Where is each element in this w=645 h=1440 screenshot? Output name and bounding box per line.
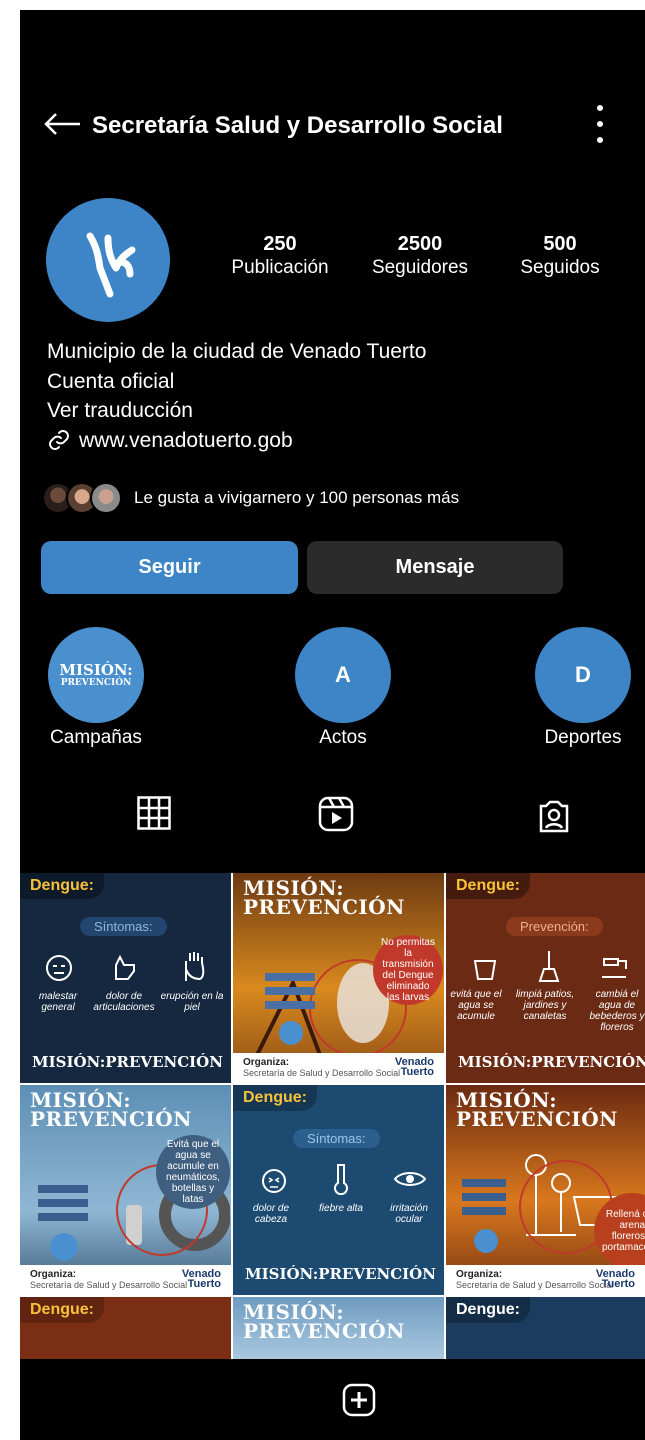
avatar[interactable] [46,198,170,322]
venado-tuerto-brand: Venado Tuerto [395,1057,434,1078]
campaign-title-line: PREVENCIÓN [30,1107,192,1131]
stat-posts-value: 250 [263,233,297,255]
reels-icon[interactable] [318,796,354,832]
highlight-cover-text: PREVENCIÓN [60,678,132,688]
bio-line: Municipio de la ciudad de Venado Tuerto [47,340,427,363]
campaign-footer: MISIÓN:PREVENCIÓN [458,1053,645,1071]
campaign-title: MISIÓN: PREVENCIÓN [243,1302,405,1343]
post-mision-prevencion-tires[interactable]: MISIÓN: PREVENCIÓN Evitá que el agua se a… [20,1085,231,1295]
brand-line: Tuerto [601,1278,635,1290]
highlight-sports[interactable]: D [535,627,631,723]
post-dengue-partial-2[interactable]: Dengue: [446,1297,645,1359]
bucket-icon [473,960,497,980]
more-vertical-icon[interactable] [588,100,612,148]
campaign-title-line: PREVENCIÓN [243,895,405,919]
campaign-title: MISIÓN: PREVENCIÓN [456,1090,618,1131]
organizer-name: Secretaría de Salud y Desarrollo Social [243,1068,401,1078]
broom-icon [538,951,560,982]
post-mision-prevencion-flowerpots[interactable]: MISIÓN:PREVENCIÓN Rellená con arena flor… [446,1085,645,1295]
arrow-left-icon[interactable] [42,110,82,138]
symptom-label: erupción en la piel [160,991,224,1013]
highlight-label: Campañas [50,727,142,748]
link-icon [49,430,69,451]
organizer-name: Secretaría de Salud y Desarrollo Social [456,1280,614,1290]
post-title: Dengue: [233,1085,317,1111]
prevention-label: cambiá el agua de bebederos y floreros [589,989,645,1033]
post-dengue-partial[interactable]: Dengue: [20,1297,231,1359]
post-mision-partial[interactable]: MISIÓN: PREVENCIÓN [233,1297,444,1359]
tagged-icon[interactable] [538,798,570,834]
prevention-label: evitá que el agua se acumule [450,989,502,1022]
campaign-title: MISIÓN: PREVENCIÓN [243,878,405,919]
profile-bio: Municipio de la ciudad de Venado Tuerto … [47,337,426,455]
post-title: Dengue: [20,873,104,899]
website-url: www.venadotuerto.gob [79,428,293,452]
hand-rash-icon [185,952,205,981]
post-title: Dengue: [446,873,530,899]
page-title: Secretaría Salud y Desarrollo Social [92,112,503,139]
stat-followers-label: Seguidores [371,257,469,278]
grid-icon[interactable] [137,796,171,830]
prevention-label: limpiá patios, jardines y canaletas [515,989,575,1022]
organizer-name: Secretaría de Salud y Desarrollo Social [30,1280,188,1290]
follow-button[interactable]: Seguir [41,541,298,594]
sad-face-icon [46,955,72,981]
phone-screen: Secretaría Salud y Desarrollo Social 250… [20,10,645,1440]
thermometer-icon [334,1164,348,1195]
highlight-label: Deportes [544,727,622,748]
highlight-cover-text: MISIÓN: [59,661,133,679]
symptom-label: malestar general [38,991,78,1013]
post-bubble-text: Evitá que el agua se acumule en neumátic… [156,1135,230,1209]
likes-text: Le gusta a vivigarnero y 100 personas má… [134,488,460,507]
stat-followers[interactable]: 2500 Seguidores [365,232,475,280]
campaign-title-line: PREVENCIÓN [456,1107,618,1131]
symptom-label: irritación ocular [390,1203,428,1225]
headache-face-icon [262,1169,286,1193]
faucet-icon [602,958,627,978]
post-subtitle: Síntomas: [80,917,167,936]
brand-line: Tuerto [187,1278,221,1290]
venado-tuerto-brand: Venado Tuerto [182,1269,221,1290]
highlight-campaigns[interactable]: MISIÓN: PREVENCIÓN [48,627,144,723]
post-dengue-symptoms-2[interactable]: Dengue: Síntomas: dolor de cabeza fiebre… [233,1085,444,1295]
liked-by[interactable]: Le gusta a vivigarnero y 100 personas má… [42,482,459,514]
message-button[interactable]: Mensaje [307,541,563,594]
post-bubble-text: No permitas la transmisión del Dengue el… [373,935,443,1005]
stat-posts[interactable]: 250 Publicación [225,232,335,280]
campaign-title: MISIÓN: PREVENCIÓN [30,1090,192,1131]
stat-posts-label: Publicación [231,257,329,278]
campaign-footer: MISIÓN:PREVENCIÓN [32,1053,223,1071]
post-title: Dengue: [20,1297,104,1323]
see-translation-link[interactable]: Ver trauducción [47,396,426,426]
stat-following[interactable]: 500 Seguidos [505,232,615,280]
brand-line: Tuerto [400,1066,434,1078]
symptom-label: dolor de articulaciones [93,991,155,1013]
post-mision-prevencion-larvae[interactable]: MISIÓN: PREVENCIÓN No permitas la transmi… [233,873,444,1083]
posts-grid: Dengue: Síntomas: malestar general dolor… [20,873,645,1359]
stat-following-label: Seguidos [520,257,600,278]
avatar [90,482,122,514]
symptom-label: dolor de cabeza [252,1203,290,1225]
highlight-acts[interactable]: A [295,627,391,723]
campaign-title-line: PREVENCIÓN [243,1319,405,1343]
eye-icon [393,1172,427,1186]
campaign-footer: MISIÓN:PREVENCIÓN [245,1265,436,1283]
venado-tuerto-brand: Venado Tuerto [596,1269,635,1290]
add-post-icon[interactable] [342,1383,376,1417]
venado-tuerto-logo [86,232,136,298]
post-title: Dengue: [446,1297,530,1323]
post-dengue-prevention[interactable]: Dengue: Prevención: evitá que el agua se… [446,873,645,1083]
post-subtitle: Síntomas: [293,1129,380,1148]
post-dengue-symptoms[interactable]: Dengue: Síntomas: malestar general dolor… [20,873,231,1083]
post-subtitle: Prevención: [506,917,603,936]
bio-line: Cuenta oficial [47,369,175,393]
symptom-label: fiebre alta [319,1203,363,1214]
stat-following-value: 500 [543,233,577,255]
website-link[interactable]: www.venadotuerto.gob [47,426,426,456]
hand-icon [115,954,135,980]
highlight-label: Actos [319,727,367,748]
stat-followers-value: 2500 [397,233,443,255]
